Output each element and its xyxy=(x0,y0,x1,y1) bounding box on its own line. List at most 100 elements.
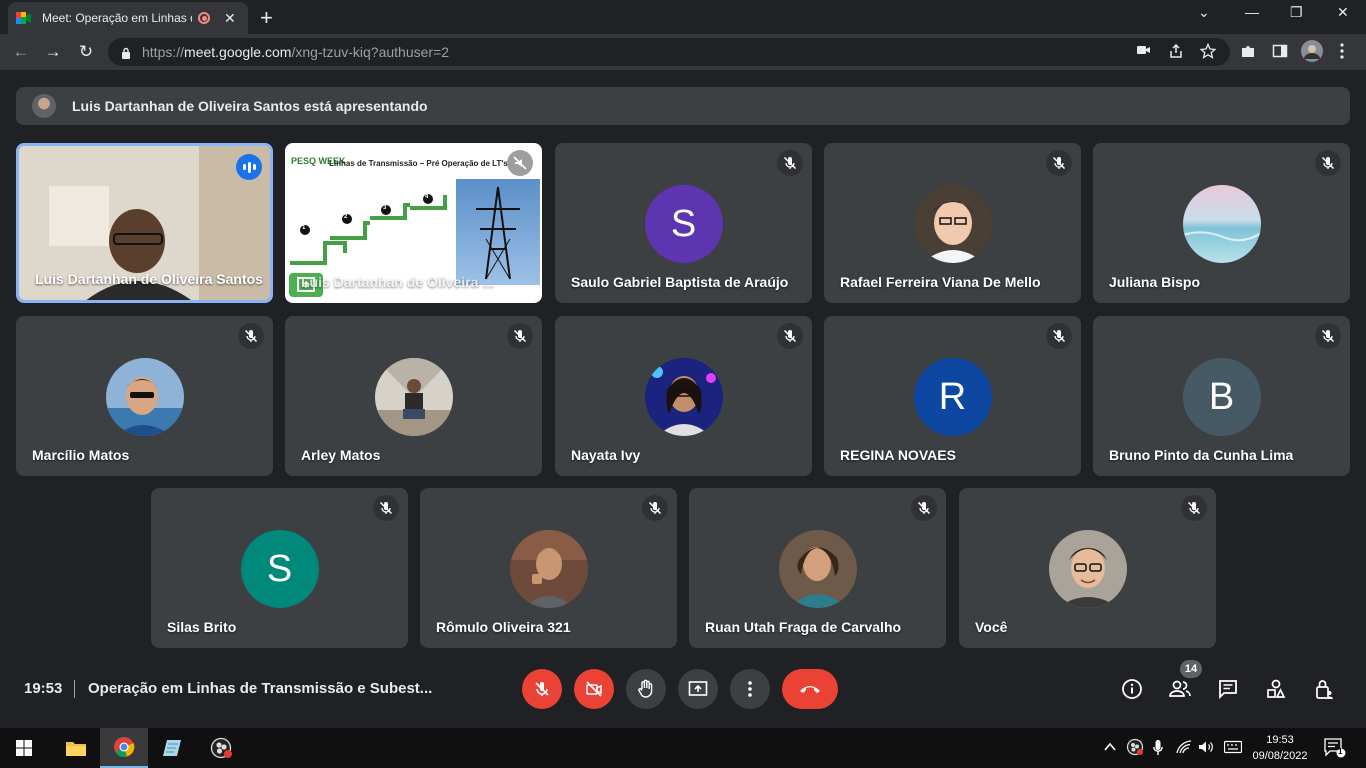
mic-off-icon xyxy=(642,495,668,521)
participant-tile[interactable]: Rômulo Oliveira 321 xyxy=(420,488,677,648)
windows-logo-icon xyxy=(16,740,32,756)
participant-tile[interactable]: Marcílio Matos xyxy=(16,316,273,476)
slide-title: Linhas de Transmissão – Pré Operação de … xyxy=(329,159,508,168)
toggle-mic-button[interactable] xyxy=(522,669,562,709)
participant-name: Juliana Bispo xyxy=(1109,274,1201,290)
toggle-camera-button[interactable] xyxy=(574,669,614,709)
participant-tile[interactable]: S Silas Brito xyxy=(151,488,408,648)
microphone-tray-icon[interactable] xyxy=(1153,740,1163,759)
folder-icon xyxy=(66,742,86,756)
maximize-button[interactable]: ❐ xyxy=(1290,4,1303,21)
taskbar-obs[interactable] xyxy=(198,728,246,768)
participant-tile[interactable]: Ruan Utah Fraga de Carvalho xyxy=(689,488,946,648)
avatar xyxy=(778,530,857,608)
presenting-text: Luis Dartanhan de Oliveira Santos está a… xyxy=(72,98,428,114)
participant-tile[interactable]: Arley Matos xyxy=(285,316,542,476)
mic-off-icon xyxy=(911,495,937,521)
more-options-button[interactable] xyxy=(730,669,770,709)
reload-icon[interactable]: ↻ xyxy=(75,41,97,63)
taskbar-chrome[interactable] xyxy=(100,728,148,768)
participant-tile-self[interactable]: Você xyxy=(959,488,1216,648)
meeting-time: 19:53 xyxy=(24,680,63,697)
new-tab-button[interactable]: + xyxy=(260,5,273,31)
mic-off-icon xyxy=(1046,150,1072,176)
tab-close-icon[interactable]: ✕ xyxy=(224,10,236,27)
participant-count-badge: 14 xyxy=(1180,660,1202,678)
taskbar-file-explorer[interactable] xyxy=(52,728,100,768)
slide-step-2: 2 xyxy=(344,214,348,220)
mic-off-icon xyxy=(777,150,803,176)
participant-name: Luis Dartanhan de Oliveira ... xyxy=(301,274,494,290)
start-button[interactable] xyxy=(0,728,48,768)
raise-hand-button[interactable] xyxy=(626,669,666,709)
minimize-button[interactable]: — xyxy=(1245,4,1259,20)
mic-off-icon xyxy=(1181,495,1207,521)
avatar xyxy=(644,358,723,436)
participant-name: REGINA NOVAES xyxy=(840,447,956,463)
camera-in-use-icon[interactable] xyxy=(1137,43,1151,60)
leave-call-button[interactable] xyxy=(782,669,838,709)
volume-icon[interactable] xyxy=(1198,740,1214,757)
participant-name: Luis Dartanhan de Oliveira Santos xyxy=(35,271,263,287)
avatar: S xyxy=(644,185,723,263)
present-screen-icon xyxy=(688,681,708,696)
side-panel-icon[interactable] xyxy=(1272,43,1288,62)
avatar xyxy=(509,530,588,608)
wifi-icon[interactable] xyxy=(1176,740,1192,757)
notes-icon xyxy=(163,740,181,756)
slide-step-1: 1 xyxy=(302,225,306,231)
camera-off-icon xyxy=(586,681,602,697)
address-bar[interactable]: https://meet.google.com/xng-tzuv-kiq?aut… xyxy=(108,38,1230,66)
avatar xyxy=(913,185,992,263)
system-clock[interactable]: 19:53 09/08/2022 xyxy=(1252,732,1308,764)
more-vert-icon xyxy=(748,681,752,697)
chat-icon xyxy=(1219,680,1237,700)
speaking-indicator-icon xyxy=(236,154,262,180)
shapes-icon xyxy=(1267,679,1286,698)
chrome-icon xyxy=(114,737,135,757)
avatar xyxy=(1048,530,1127,608)
extensions-puzzle-icon[interactable] xyxy=(1240,43,1256,62)
participant-name: Silas Brito xyxy=(167,619,237,635)
chat-button[interactable] xyxy=(1216,677,1240,701)
meeting-title: Operação em Linhas de Transmissão e Sube… xyxy=(88,680,433,697)
meeting-details-button[interactable] xyxy=(1120,677,1144,701)
close-window-button[interactable]: ✕ xyxy=(1337,4,1349,21)
host-controls-button[interactable] xyxy=(1312,677,1336,701)
participant-name: Rômulo Oliveira 321 xyxy=(436,619,571,635)
activities-button[interactable] xyxy=(1264,677,1288,701)
participant-tile[interactable]: R REGINA NOVAES xyxy=(824,316,1081,476)
show-hidden-icons-button[interactable] xyxy=(1104,740,1116,755)
tab-title: Meet: Operação em Linhas de xyxy=(42,11,192,25)
tab-search-icon[interactable]: ⌄ xyxy=(1198,4,1210,21)
avatar xyxy=(105,358,184,436)
participant-tile-presentation[interactable]: PESQ WEEK Linhas de Transmissão – Pré Op… xyxy=(285,143,542,303)
input-language-icon[interactable] xyxy=(1223,740,1243,757)
participant-tile[interactable]: B Bruno Pinto da Cunha Lima xyxy=(1093,316,1350,476)
participant-tile[interactable]: S Saulo Gabriel Baptista de Araújo xyxy=(555,143,812,303)
participant-name: Bruno Pinto da Cunha Lima xyxy=(1109,447,1294,463)
participant-tile[interactable]: Rafael Ferreira Viana De Mello xyxy=(824,143,1081,303)
divider xyxy=(74,680,75,698)
share-icon[interactable] xyxy=(1168,43,1184,62)
browser-tab-meet[interactable]: Meet: Operação em Linhas de ✕ xyxy=(8,2,248,34)
mic-off-icon xyxy=(1315,150,1341,176)
forward-arrow-icon[interactable]: → xyxy=(42,41,64,63)
participant-name: Saulo Gabriel Baptista de Araújo xyxy=(571,274,789,290)
bookmark-star-icon[interactable] xyxy=(1199,42,1217,62)
present-now-button[interactable] xyxy=(678,669,718,709)
show-everyone-button[interactable] xyxy=(1168,677,1192,701)
browser-menu-icon[interactable] xyxy=(1340,43,1344,62)
taskbar-notes-app[interactable] xyxy=(148,728,196,768)
profile-avatar[interactable] xyxy=(1301,40,1323,65)
obs-tray-icon[interactable] xyxy=(1126,738,1144,759)
back-arrow-icon[interactable]: ← xyxy=(10,41,32,63)
presenter-avatar xyxy=(32,94,56,118)
participant-tile[interactable]: Nayata Ivy xyxy=(555,316,812,476)
system-date: 09/08/2022 xyxy=(1252,750,1308,762)
notification-center-icon[interactable]: 1 xyxy=(1324,738,1346,761)
participant-tile-presenter-camera[interactable]: Luis Dartanhan de Oliveira Santos xyxy=(16,143,273,303)
avatar: B xyxy=(1182,358,1261,436)
participant-name: Marcílio Matos xyxy=(32,447,130,463)
participant-tile[interactable]: Juliana Bispo xyxy=(1093,143,1350,303)
